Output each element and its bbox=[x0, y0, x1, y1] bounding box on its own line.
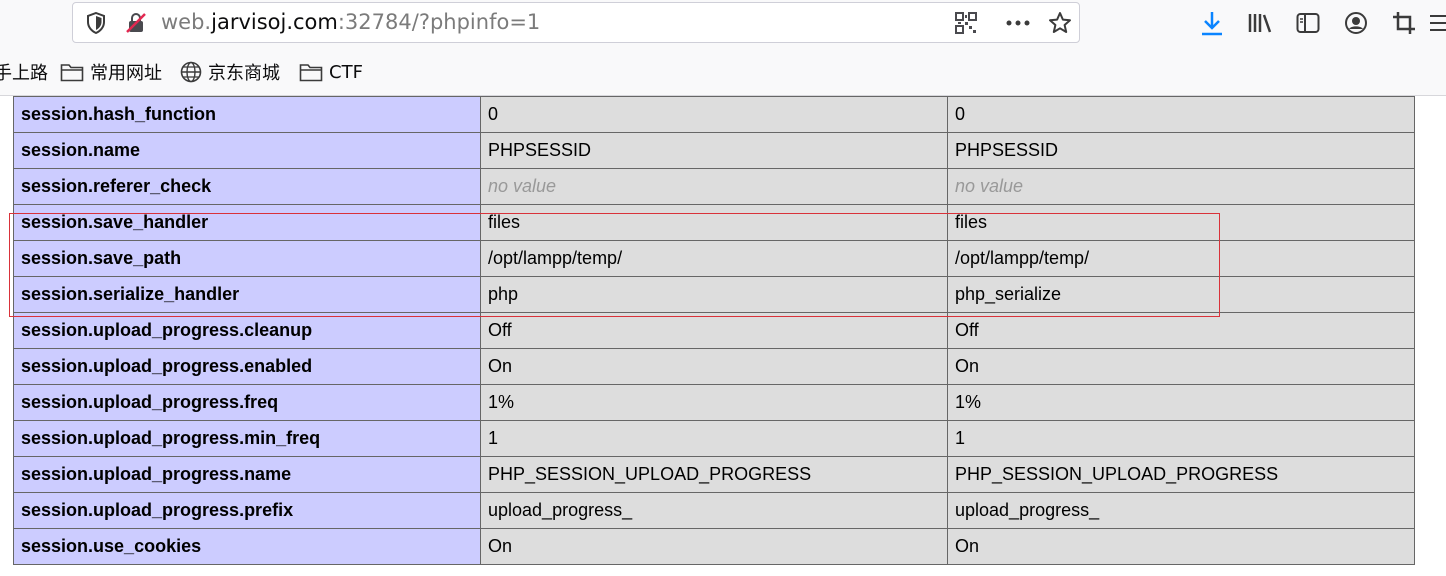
master-value: 1% bbox=[947, 384, 1415, 421]
local-value: no value bbox=[480, 168, 948, 205]
master-value: 1 bbox=[947, 420, 1415, 457]
no-value-text: no value bbox=[488, 176, 557, 196]
master-value: no value bbox=[947, 168, 1415, 205]
local-value: 1 bbox=[480, 420, 948, 457]
table-row: session.upload_progress.cleanup Off Off bbox=[13, 312, 1415, 349]
download-icon[interactable] bbox=[1197, 8, 1227, 38]
phpinfo-table: session.hash_function 0 0 session.name PHPSE… bbox=[13, 96, 1415, 565]
url-bar[interactable]: web.jarvisoj.com:32784/?phpinfo=1 bbox=[72, 2, 1080, 43]
local-value: /opt/lampp/temp/ bbox=[480, 240, 948, 277]
directive-name: session.hash_function bbox=[13, 96, 481, 133]
directive-name: session.upload_progress.prefix bbox=[13, 492, 481, 529]
bookmark-item[interactable]: 手上路 bbox=[0, 48, 48, 96]
bookmark-star-icon[interactable] bbox=[1045, 3, 1075, 42]
table-row: session.upload_progress.name PHP_SESSION_… bbox=[13, 456, 1415, 493]
local-value: On bbox=[480, 348, 948, 385]
bookmark-item[interactable]: 京东商城 bbox=[180, 48, 280, 96]
master-value: On bbox=[947, 348, 1415, 385]
bookmark-label: CTF bbox=[329, 61, 363, 83]
table-row: session.name PHPSESSID PHPSESSID bbox=[13, 132, 1415, 169]
directive-name: session.referer_check bbox=[13, 168, 481, 205]
directive-name: session.upload_progress.cleanup bbox=[13, 312, 481, 349]
shield-icon[interactable] bbox=[81, 3, 111, 42]
table-row: session.save_path/opt/lampp/temp//opt/la… bbox=[13, 240, 1415, 277]
bookmark-label: 常用网址 bbox=[90, 63, 162, 84]
local-value: PHPSESSID bbox=[480, 132, 948, 169]
bookmarks-toolbar: 手上路 常用网址 京东商城 CTF bbox=[0, 48, 1446, 96]
bookmark-folder[interactable]: CTF bbox=[299, 48, 363, 96]
table-row: session.upload_progress.prefix upload_pro… bbox=[13, 492, 1415, 529]
directive-name: session.upload_progress.name bbox=[13, 456, 481, 493]
master-value: upload_progress_ bbox=[947, 492, 1415, 529]
more-actions-icon[interactable] bbox=[1003, 3, 1033, 42]
directive-name: session.use_cookies bbox=[13, 528, 481, 565]
table-row: session.upload_progress.min_freq 1 1 bbox=[13, 420, 1415, 457]
table-row: session.upload_progress.enabled On On bbox=[13, 348, 1415, 385]
master-value: On bbox=[947, 528, 1415, 565]
local-value: 1% bbox=[480, 384, 948, 421]
master-value: /opt/lampp/temp/ bbox=[947, 240, 1415, 277]
globe-icon bbox=[180, 61, 202, 83]
master-value: 0 bbox=[947, 96, 1415, 133]
master-value: Off bbox=[947, 312, 1415, 349]
page-content: session.hash_function 0 0 session.name PHPSE… bbox=[0, 96, 1446, 576]
browser-toolbar: web.jarvisoj.com:32784/?phpinfo=1 bbox=[0, 0, 1446, 48]
directive-name: session.upload_progress.freq bbox=[13, 384, 481, 421]
no-value-text: no value bbox=[955, 176, 1024, 196]
sidebar-icon[interactable] bbox=[1293, 8, 1323, 38]
master-value: PHP_SESSION_UPLOAD_PROGRESS bbox=[947, 456, 1415, 493]
table-row: session.use_cookies On On bbox=[13, 528, 1415, 565]
library-icon[interactable] bbox=[1245, 8, 1275, 38]
table-row: session.upload_progress.freq 1% 1% bbox=[13, 384, 1415, 421]
directive-name: session.save_handler bbox=[13, 204, 481, 241]
local-value: PHP_SESSION_UPLOAD_PROGRESS bbox=[480, 456, 948, 493]
qr-code-icon[interactable] bbox=[951, 3, 981, 42]
folder-icon bbox=[60, 64, 84, 82]
directive-name: session.upload_progress.enabled bbox=[13, 348, 481, 385]
local-value: upload_progress_ bbox=[480, 492, 948, 529]
url-text[interactable]: web.jarvisoj.com:32784/?phpinfo=1 bbox=[161, 3, 540, 42]
folder-icon bbox=[299, 64, 323, 82]
directive-name: session.serialize_handler bbox=[13, 276, 481, 313]
directive-name: session.upload_progress.min_freq bbox=[13, 420, 481, 457]
insecure-lock-icon[interactable] bbox=[121, 3, 151, 42]
directive-name: session.save_path bbox=[13, 240, 481, 277]
table-row: session.serialize_handler php php_serializ… bbox=[13, 276, 1415, 313]
master-value: php_serialize bbox=[947, 276, 1415, 313]
local-value: php bbox=[480, 276, 948, 313]
overflow-menu-icon[interactable] bbox=[1430, 8, 1446, 38]
bookmark-folder[interactable]: 常用网址 bbox=[60, 48, 162, 96]
account-icon[interactable] bbox=[1341, 8, 1371, 38]
master-value: files bbox=[947, 204, 1415, 241]
master-value: PHPSESSID bbox=[947, 132, 1415, 169]
local-value: files bbox=[480, 204, 948, 241]
url-suffix: :32784/?phpinfo=1 bbox=[337, 10, 541, 34]
table-row: session.save_handler files files bbox=[13, 204, 1415, 241]
local-value: 0 bbox=[480, 96, 948, 133]
local-value: Off bbox=[480, 312, 948, 349]
directive-name: session.name bbox=[13, 132, 481, 169]
url-prefix: web. bbox=[161, 10, 212, 34]
screenshot-crop-icon[interactable] bbox=[1389, 8, 1419, 38]
bookmark-label: 京东商城 bbox=[208, 63, 280, 84]
table-row: session.referer_check no value no value bbox=[13, 168, 1415, 205]
table-row: session.hash_function 0 0 bbox=[13, 96, 1415, 133]
local-value: On bbox=[480, 528, 948, 565]
url-domain: jarvisoj.com bbox=[211, 10, 338, 34]
bookmark-label: 手上路 bbox=[0, 63, 48, 84]
